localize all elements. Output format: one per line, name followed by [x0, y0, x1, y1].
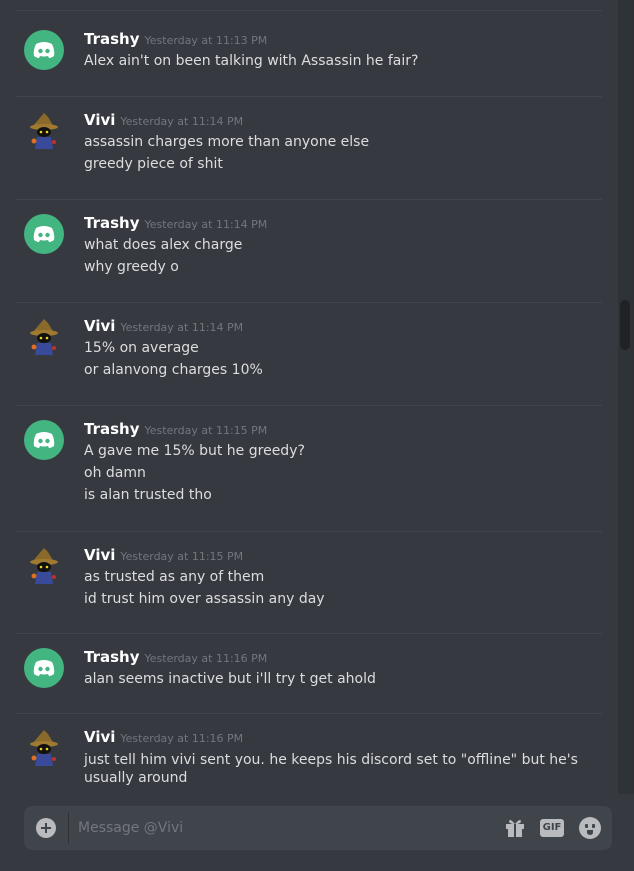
- divider: [16, 633, 602, 634]
- message-text: is alan trusted tho: [84, 487, 212, 503]
- message-text: oh damn: [84, 465, 146, 481]
- message-text: just tell him vivi sent you. he keeps hi…: [84, 752, 578, 786]
- divider: [68, 812, 69, 844]
- message-text: as trusted as any of them: [84, 569, 265, 585]
- timestamp: Yesterday at 11:14 PM: [144, 218, 268, 231]
- discord-logo-icon[interactable]: [24, 420, 64, 460]
- timestamp: Yesterday at 11:15 PM: [120, 550, 244, 563]
- message-input[interactable]: [78, 806, 438, 850]
- timestamp: Yesterday at 11:16 PM: [120, 732, 244, 745]
- username[interactable]: Trashy: [84, 30, 140, 48]
- divider: [16, 713, 602, 714]
- plus-circle-icon[interactable]: [36, 818, 56, 838]
- emoji-icon[interactable]: [579, 817, 601, 839]
- gift-icon[interactable]: [504, 818, 526, 838]
- message-text: id trust him over assassin any day: [84, 591, 325, 607]
- message-text: alan seems inactive but i'll try t get a…: [84, 671, 376, 687]
- username[interactable]: Vivi: [84, 546, 115, 564]
- divider: [16, 531, 602, 532]
- divider: [16, 302, 602, 303]
- username[interactable]: Vivi: [84, 317, 115, 335]
- divider: [16, 405, 602, 406]
- divider: [16, 199, 602, 200]
- message-text: greedy piece of shit: [84, 156, 223, 172]
- username[interactable]: Vivi: [84, 728, 115, 746]
- timestamp: Yesterday at 11:13 PM: [144, 34, 268, 47]
- message-text: Alex ain't on been talking with Assassin…: [84, 53, 419, 69]
- message-text: 15% on average: [84, 340, 199, 356]
- timestamp: Yesterday at 11:14 PM: [120, 115, 244, 128]
- username[interactable]: Trashy: [84, 420, 140, 438]
- message-text: why greedy o: [84, 259, 179, 275]
- black-mage-icon[interactable]: [24, 111, 64, 151]
- discord-logo-icon[interactable]: [24, 648, 64, 688]
- black-mage-icon[interactable]: [24, 546, 64, 586]
- username[interactable]: Vivi: [84, 111, 115, 129]
- black-mage-icon[interactable]: [24, 317, 64, 357]
- scrollbar-thumb[interactable]: [620, 300, 630, 350]
- divider: [16, 10, 602, 11]
- username[interactable]: Trashy: [84, 648, 140, 666]
- timestamp: Yesterday at 11:16 PM: [144, 652, 268, 665]
- gif-icon[interactable]: GIF: [540, 819, 564, 837]
- divider: [16, 96, 602, 97]
- message-text: assassin charges more than anyone else: [84, 134, 370, 150]
- discord-logo-icon[interactable]: [24, 30, 64, 70]
- message-composer: GIF: [24, 806, 612, 850]
- message-text: or alanvong charges 10%: [84, 362, 263, 378]
- discord-logo-icon[interactable]: [24, 214, 64, 254]
- message-list[interactable]: Trashy Yesterday at 11:13 PM Alex ain't o…: [0, 0, 618, 794]
- username[interactable]: Trashy: [84, 214, 140, 232]
- message-text: what does alex charge: [84, 237, 243, 253]
- message-text: A gave me 15% but he greedy?: [84, 443, 305, 459]
- timestamp: Yesterday at 11:15 PM: [144, 424, 268, 437]
- timestamp: Yesterday at 11:14 PM: [120, 321, 244, 334]
- black-mage-icon[interactable]: [24, 728, 64, 768]
